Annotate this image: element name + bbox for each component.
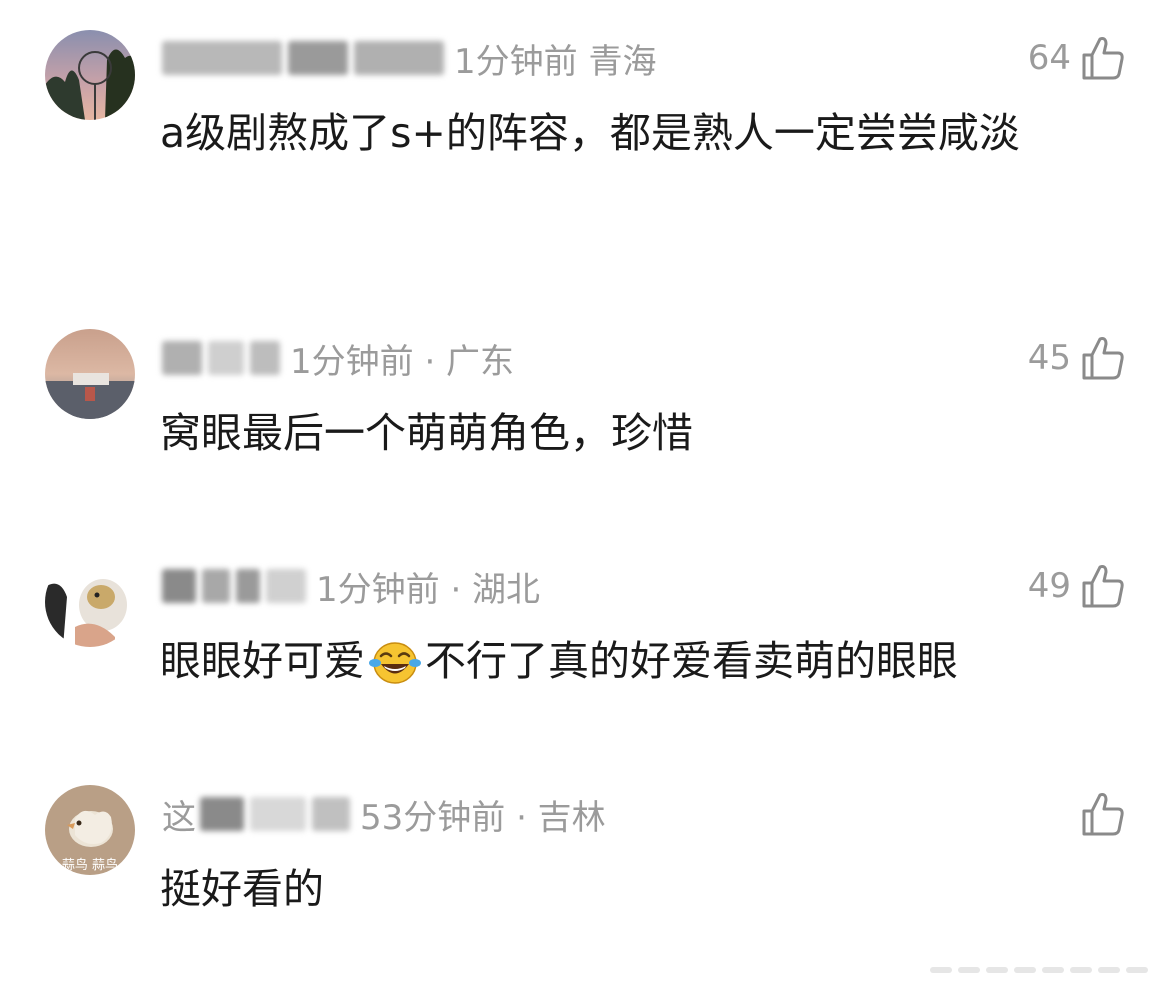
avatar[interactable] <box>45 30 135 120</box>
thumbs-up-icon <box>1082 793 1124 836</box>
comment-time-location: 1分钟前 青海 <box>454 41 657 82</box>
avatar-caption: 蒜鸟 蒜鸟 <box>62 857 118 873</box>
thumbs-up-icon <box>1082 37 1124 80</box>
redacted-username <box>250 797 306 831</box>
comment-item: 1分钟前 · 广东 45 窝眼最后一个萌萌角色，珍惜 <box>0 300 1170 520</box>
like-count: 64 <box>1027 38 1071 78</box>
comment-meta: 1分钟前 · 广东 <box>162 333 514 383</box>
comment-text: 眼眼好可爱 不行了真的好爱看卖萌的眼眼 <box>160 624 1120 708</box>
avatar[interactable] <box>45 557 135 647</box>
redacted-username <box>250 341 280 375</box>
comment-text: a级剧熬成了s+的阵容，都是熟人一定尝尝咸淡 <box>160 109 1020 157</box>
redacted-username <box>288 41 348 75</box>
comment-meta: 1分钟前 青海 <box>162 33 656 83</box>
comment-time-location: 1分钟前 · 广东 <box>290 341 515 382</box>
avatar[interactable]: 蒜鸟 蒜鸟 <box>45 785 135 875</box>
redacted-username <box>162 569 196 603</box>
like-button[interactable]: 64 <box>1028 33 1125 83</box>
comment-item: 1分钟前 青海 64 a级剧熬成了s+的阵容，都是熟人一定尝尝咸淡 <box>0 0 1170 290</box>
comment-text-part: 不行了真的好爱看卖萌的眼眼 <box>425 637 958 685</box>
comment-item: 蒜鸟 蒜鸟 这 53分钟前 · 吉林 挺好看的 <box>0 756 1170 936</box>
comment-meta: 1分钟前 · 湖北 <box>162 561 540 611</box>
thumbs-up-icon <box>1082 565 1124 608</box>
redacted-username <box>266 569 306 603</box>
like-button[interactable] <box>1071 789 1125 839</box>
comment-text: 挺好看的 <box>160 865 324 913</box>
redacted-username <box>202 569 230 603</box>
like-count: 49 <box>1027 566 1071 606</box>
like-button[interactable]: 45 <box>1028 333 1125 383</box>
redacted-username <box>208 341 244 375</box>
thumbs-up-icon <box>1082 337 1124 380</box>
redacted-username <box>162 341 202 375</box>
redacted-username <box>200 797 244 831</box>
like-count: 45 <box>1027 338 1071 378</box>
avatar[interactable] <box>45 329 135 419</box>
username-prefix: 这 <box>162 797 196 838</box>
comment-time-location: 1分钟前 · 湖北 <box>316 569 541 610</box>
watermark-dots <box>930 967 1148 973</box>
redacted-username <box>162 41 282 75</box>
like-button[interactable]: 49 <box>1028 561 1125 611</box>
redacted-username <box>354 41 444 75</box>
comment-time-location: 53分钟前 · 吉林 <box>360 797 606 838</box>
redacted-username <box>236 569 260 603</box>
comment-item: 1分钟前 · 湖北 49 眼眼好可爱 不行了真的好爱看卖萌的眼眼 <box>0 528 1170 748</box>
laughing-tears-emoji-icon <box>369 634 421 708</box>
comment-text: 窝眼最后一个萌萌角色，珍惜 <box>160 409 693 457</box>
comment-meta: 这 53分钟前 · 吉林 <box>162 789 606 839</box>
comment-text-part: 眼眼好可爱 <box>160 637 365 685</box>
redacted-username <box>312 797 350 831</box>
